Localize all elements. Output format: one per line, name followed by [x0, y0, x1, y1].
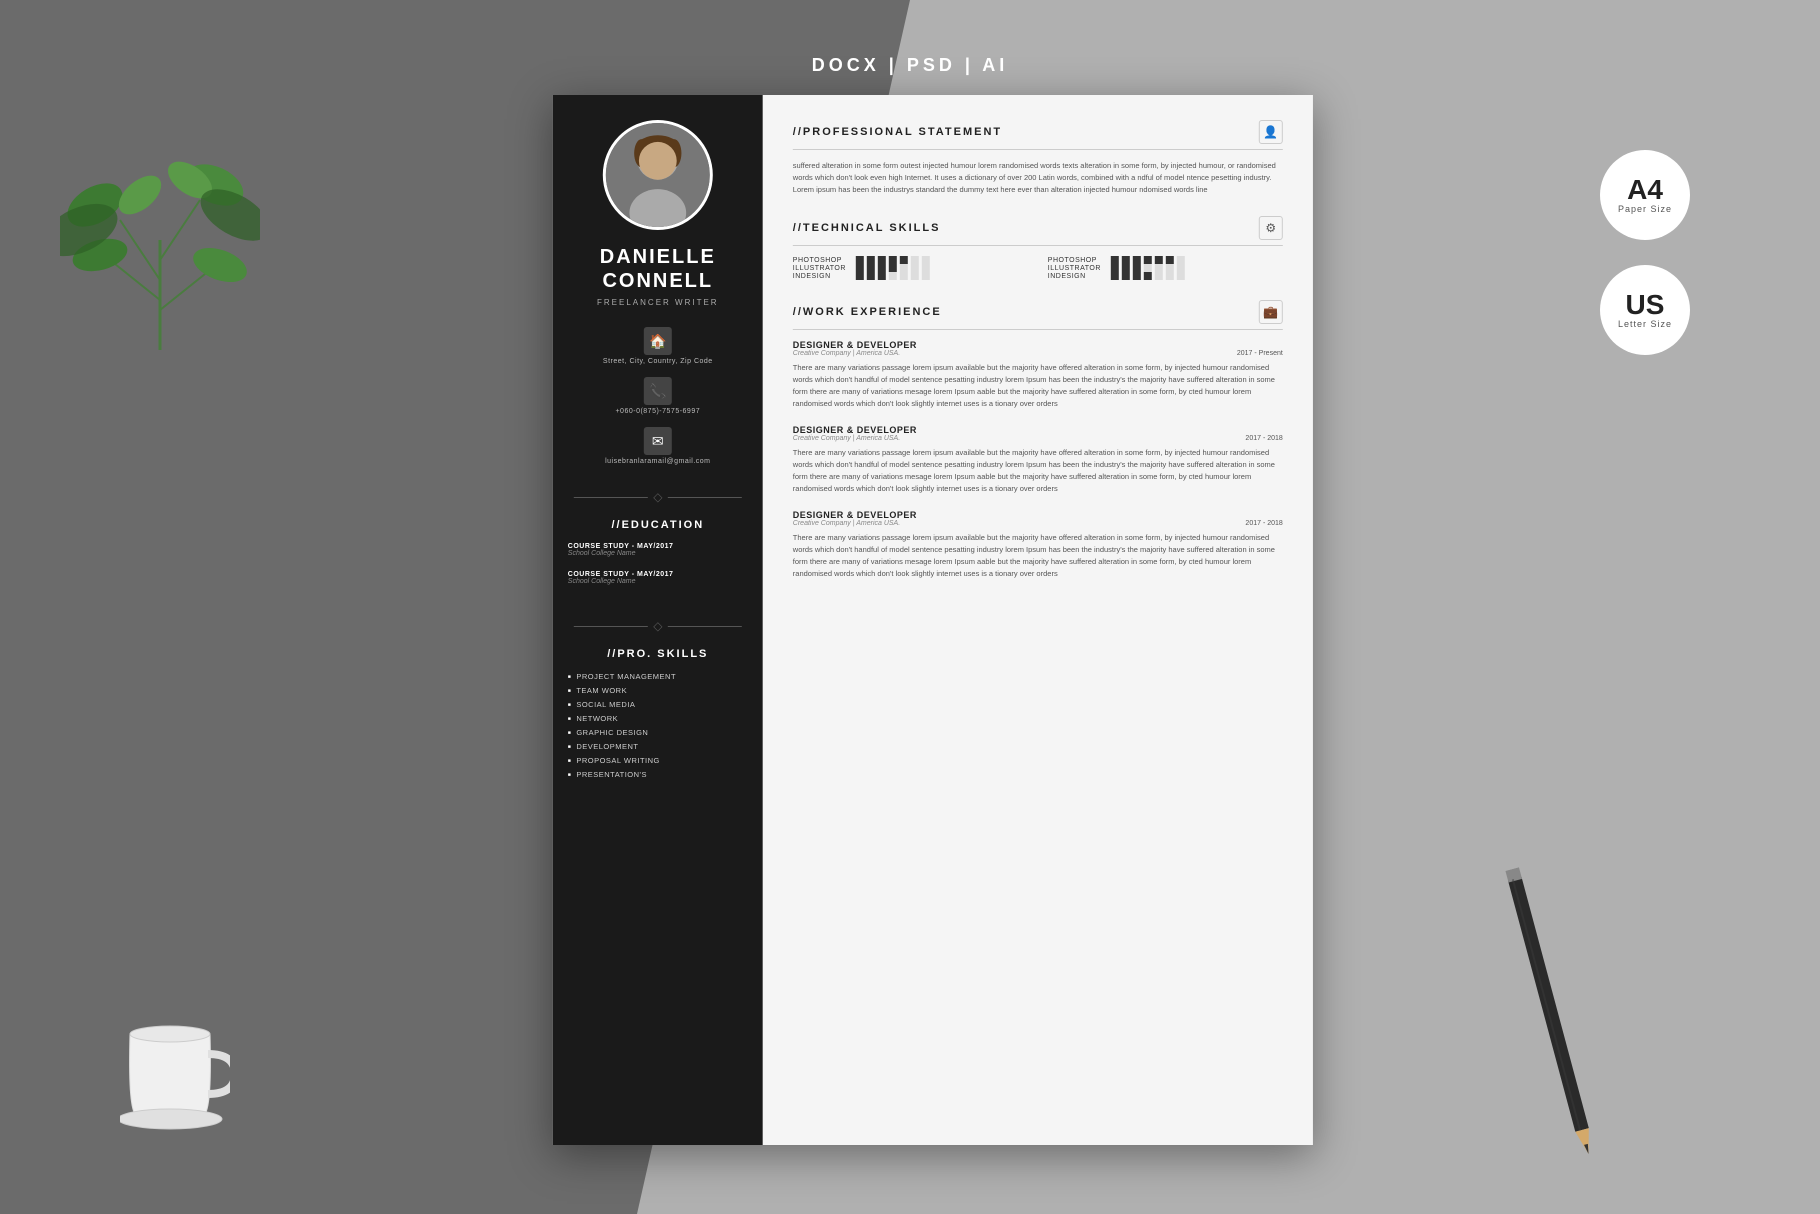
- job-1-title: DESIGNER & DEVELOPER: [793, 340, 1283, 350]
- contact-email: ✉ luisebranlaramail@gmail.com: [605, 427, 710, 465]
- us-badge-sub: Letter Size: [1618, 319, 1672, 329]
- skill-row-photoshop-r: PHOTOSHOP: [1048, 256, 1283, 264]
- job-3-date: 2017 - 2018: [1245, 520, 1282, 527]
- us-badge: US Letter Size: [1600, 265, 1690, 355]
- skill-name-illustrator-r: ILLUSTRATOR: [1048, 265, 1103, 272]
- work-exp-title: //WORK EXPERIENCE: [793, 306, 942, 318]
- profile-photo: [603, 120, 713, 230]
- format-label: DOCX | PSD | AI: [812, 55, 1008, 76]
- skill-gd: GRAPHIC DESIGN: [568, 728, 748, 737]
- address-text: Street, City, Country, Zip Code: [603, 358, 713, 365]
- skill-row-illustrator-r: ILLUSTRATOR: [1048, 264, 1283, 272]
- coffee-cup: [120, 1004, 230, 1124]
- skill-tw: TEAM WORK: [568, 686, 748, 695]
- job-3-title: DESIGNER & DEVELOPER: [793, 510, 1283, 520]
- edu-school-2: School College Name: [568, 578, 748, 585]
- job-2-meta: Creative Company | America USA. 2017 - 2…: [793, 435, 1283, 442]
- prof-statement-header: //PROFESSIONAL STATEMENT 👤: [793, 120, 1283, 150]
- skill-name-photoshop-r: PHOTOSHOP: [1048, 257, 1103, 264]
- tech-skills-header: //TECHNICAL SKILLS ⚙: [793, 216, 1283, 246]
- a4-badge-main: A4: [1627, 176, 1663, 204]
- prof-statement-body: suffered alteration in some form outest …: [793, 160, 1283, 196]
- plant-decoration: [60, 60, 260, 360]
- email-icon: ✉: [644, 427, 672, 455]
- resume-document: DANIELLE CONNELL FREELANCER WRITER 🏠 Str…: [553, 95, 1313, 1145]
- contact-phone: 📞 +060-0(875)-7575-6997: [615, 377, 700, 415]
- candidate-title: FREELANCER WRITER: [597, 298, 719, 307]
- pro-skills-section: PROJECT MANAGEMENT TEAM WORK SOCIAL MEDI…: [553, 672, 763, 784]
- skill-name-photoshop-l: PHOTOSHOP: [793, 257, 848, 264]
- edu-school-1: School College Name: [568, 550, 748, 557]
- skill-pw: PROPOSAL WRITING: [568, 756, 748, 765]
- tech-skills-title: //TECHNICAL SKILLS: [793, 222, 941, 234]
- edu-course-2: COURSE STUDY - MAY/2017: [568, 571, 748, 578]
- phone-icon: 📞: [644, 377, 672, 405]
- skills-left: PHOTOSHOP ILLUSTRATOR INDESIGN: [793, 256, 1028, 280]
- job-3-company: Creative Company | America USA.: [793, 520, 900, 527]
- skill-dots-photoshop-r: [1111, 256, 1185, 264]
- skill-row-indesign-l: INDESIGN: [793, 272, 1028, 280]
- skills-right: PHOTOSHOP ILLUSTRATOR INDESIGN: [1048, 256, 1283, 280]
- job-2-title: DESIGNER & DEVELOPER: [793, 425, 1283, 435]
- skill-nw: NETWORK: [568, 714, 748, 723]
- job-3-desc: There are many variations passage lorem …: [793, 532, 1283, 580]
- a4-badge-sub: Paper Size: [1618, 204, 1672, 214]
- edu-course-1: COURSE STUDY - MAY/2017: [568, 543, 748, 550]
- skill-name-indesign-r: INDESIGN: [1048, 273, 1103, 280]
- contact-section: 🏠 Street, City, Country, Zip Code 📞 +060…: [553, 327, 763, 465]
- job-2-date: 2017 - 2018: [1245, 435, 1282, 442]
- education-title: //EDUCATION: [553, 519, 763, 531]
- us-badge-main: US: [1626, 291, 1665, 319]
- job-2-desc: There are many variations passage lorem …: [793, 447, 1283, 495]
- job-1: DESIGNER & DEVELOPER Creative Company | …: [793, 340, 1283, 410]
- resume-sidebar: DANIELLE CONNELL FREELANCER WRITER 🏠 Str…: [553, 95, 763, 1145]
- job-2: DESIGNER & DEVELOPER Creative Company | …: [793, 425, 1283, 495]
- divider-ornament-2: ◇: [574, 619, 742, 633]
- skill-pres: PRESENTATION'S: [568, 770, 748, 779]
- job-1-desc: There are many variations passage lorem …: [793, 362, 1283, 410]
- skill-dots-indesign-l: [856, 272, 930, 280]
- job-2-company: Creative Company | America USA.: [793, 435, 900, 442]
- job-1-date: 2017 - Present: [1237, 350, 1283, 357]
- skill-dots-indesign-r: [1111, 272, 1185, 280]
- home-icon: 🏠: [644, 327, 672, 355]
- job-3: DESIGNER & DEVELOPER Creative Company | …: [793, 510, 1283, 580]
- skill-dots-illustrator-r: [1111, 264, 1185, 272]
- email-text: luisebranlaramail@gmail.com: [605, 458, 710, 465]
- skill-row-indesign-r: INDESIGN: [1048, 272, 1283, 280]
- resume-main: //PROFESSIONAL STATEMENT 👤 suffered alte…: [763, 95, 1313, 1145]
- skill-dev: DEVELOPMENT: [568, 742, 748, 751]
- person-icon: 👤: [1259, 120, 1283, 144]
- edu-item-2: COURSE STUDY - MAY/2017 School College N…: [568, 571, 748, 585]
- skills-grid: PHOTOSHOP ILLUSTRATOR INDESIGN: [793, 256, 1283, 280]
- work-exp-header: //WORK EXPERIENCE 💼: [793, 300, 1283, 330]
- a4-badge: A4 Paper Size: [1600, 150, 1690, 240]
- pro-skills-title: //PRO. SKILLS: [553, 648, 763, 660]
- skill-dots-illustrator-l: [856, 264, 930, 272]
- skill-name-indesign-l: INDESIGN: [793, 273, 848, 280]
- job-3-meta: Creative Company | America USA. 2017 - 2…: [793, 520, 1283, 527]
- skill-name-illustrator-l: ILLUSTRATOR: [793, 265, 848, 272]
- education-section: COURSE STUDY - MAY/2017 School College N…: [553, 543, 763, 599]
- skill-pm: PROJECT MANAGEMENT: [568, 672, 748, 681]
- skill-dots-photoshop-l: [856, 256, 930, 264]
- job-1-meta: Creative Company | America USA. 2017 - P…: [793, 350, 1283, 357]
- contact-address: 🏠 Street, City, Country, Zip Code: [603, 327, 713, 365]
- settings-icon: ⚙: [1259, 216, 1283, 240]
- skill-row-illustrator-l: ILLUSTRATOR: [793, 264, 1028, 272]
- edu-item-1: COURSE STUDY - MAY/2017 School College N…: [568, 543, 748, 557]
- prof-statement-title: //PROFESSIONAL STATEMENT: [793, 126, 1002, 138]
- candidate-name: DANIELLE CONNELL: [600, 245, 716, 293]
- divider-ornament-1: ◇: [574, 490, 742, 504]
- job-1-company: Creative Company | America USA.: [793, 350, 900, 357]
- skill-sm: SOCIAL MEDIA: [568, 700, 748, 709]
- briefcase-icon: 💼: [1259, 300, 1283, 324]
- phone-text: +060-0(875)-7575-6997: [615, 408, 700, 415]
- skill-row-photoshop-l: PHOTOSHOP: [793, 256, 1028, 264]
